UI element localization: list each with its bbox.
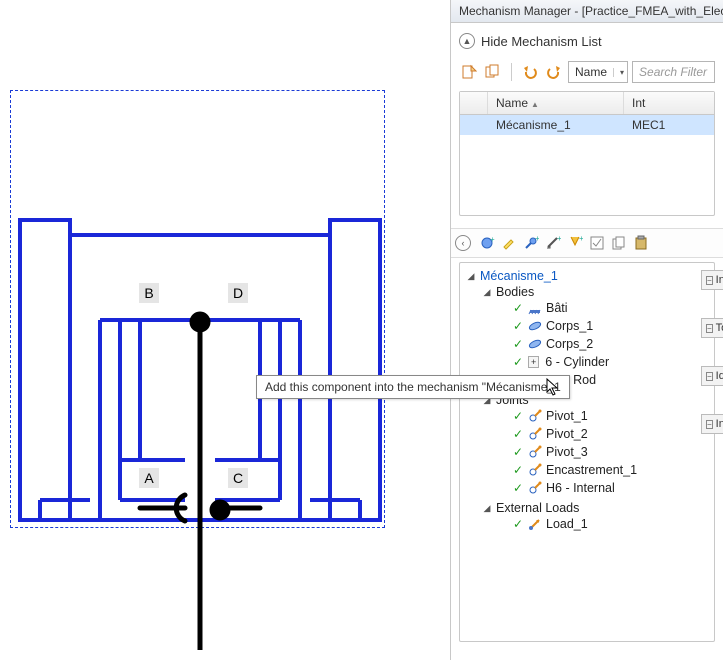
check-icon: ✓	[512, 301, 524, 315]
tree-item-load[interactable]: ◢✓Load_1	[498, 517, 710, 531]
tree-item-label: Pivot_2	[546, 427, 588, 441]
check-icon: ✓	[512, 445, 524, 459]
mechanical-diagram	[10, 90, 390, 540]
tree-item-label: Encastrement_1	[546, 463, 637, 477]
toolbar-separator	[511, 63, 512, 81]
hide-mechanism-list-label: Hide Mechanism List	[481, 34, 602, 49]
check-icon: ✓	[512, 409, 524, 423]
highlight-button[interactable]	[499, 233, 519, 253]
search-filter-input[interactable]	[632, 61, 715, 83]
mechanism-manager-panel: Mechanism Manager - [Practice_FMEA_with_…	[450, 0, 723, 660]
diagram-label-b: B	[139, 283, 159, 303]
tooltip: Add this component into the mechanism "M…	[256, 375, 570, 399]
svg-text:+: +	[579, 235, 583, 243]
tree-item-body[interactable]: ◢✓Corps_2	[498, 337, 710, 351]
tree-item-joint[interactable]: ◢✓H6 - Internal	[498, 481, 710, 495]
list-toolbar: Name ▾	[459, 59, 715, 85]
expand-icon[interactable]: ◢	[466, 271, 476, 281]
svg-text:+: +	[557, 235, 561, 243]
collapse-tree-button[interactable]: ‹	[455, 235, 471, 251]
diagram-label-c: C	[228, 468, 248, 488]
tree-item-body[interactable]: ◢✓+6 - Cylinder	[498, 355, 710, 369]
add-joint-button[interactable]: +	[521, 233, 541, 253]
check-icon: ✓	[512, 337, 524, 351]
mechanism-tree[interactable]: ◢ Mécanisme_1 ◢ Bodies ◢ ✓ Bâti ◢ ✓ Corps_1 ◢ ✓…	[459, 262, 715, 642]
expand-icon[interactable]: ◢	[482, 503, 492, 513]
grid-header-int[interactable]: Int	[624, 92, 714, 114]
sort-field-label: Name	[569, 65, 613, 79]
svg-text:+: +	[490, 235, 495, 244]
grid-header-icon[interactable]	[460, 92, 488, 114]
design-canvas[interactable]: B D A C	[0, 0, 400, 660]
body-icon	[528, 301, 542, 315]
expand-icon[interactable]: ◢	[482, 287, 492, 297]
grid-header-name[interactable]: Name▲	[488, 92, 624, 114]
side-tab[interactable]: −In	[701, 414, 723, 434]
tree-item-body[interactable]: ◢✓Corps_1	[498, 319, 710, 333]
check-icon: ✓	[512, 463, 524, 477]
tree-item-joint[interactable]: ◢✓Encastrement_1	[498, 463, 710, 477]
joint-icon	[528, 481, 542, 495]
edit-button[interactable]	[587, 233, 607, 253]
duplicate-button[interactable]	[483, 62, 503, 82]
body-icon	[528, 319, 542, 333]
tree-root[interactable]: ◢ Mécanisme_1	[466, 269, 710, 283]
diagram-label-a: A	[139, 468, 159, 488]
tree-item-joint[interactable]: ◢✓Pivot_3	[498, 445, 710, 459]
chevron-down-icon: ▾	[613, 68, 627, 77]
undo-button[interactable]	[520, 62, 540, 82]
tree-item-joint[interactable]: ◢✓Pivot_1	[498, 409, 710, 423]
body-icon	[528, 337, 542, 351]
side-tab[interactable]: −To	[701, 318, 723, 338]
tree-item-label: 6 - Cylinder	[545, 355, 609, 369]
check-icon: ✓	[512, 427, 524, 441]
new-badge: +	[528, 356, 539, 368]
svg-text:+: +	[535, 235, 539, 243]
tree-item-body[interactable]: ◢✓Bâti	[498, 301, 710, 315]
hide-mechanism-list-toggle[interactable]: ▲ Hide Mechanism List	[459, 33, 715, 49]
tree-item-label: Corps_2	[546, 337, 593, 351]
load-icon	[528, 517, 542, 531]
tree-item-label: Load_1	[546, 517, 588, 531]
check-icon: ✓	[512, 481, 524, 495]
side-tab[interactable]: −In	[701, 270, 723, 290]
copy-button[interactable]	[609, 233, 629, 253]
add-measure-button[interactable]: +	[543, 233, 563, 253]
tree-item-label: H6 - Internal	[546, 481, 615, 495]
check-icon: ✓	[512, 355, 524, 369]
tree-item-label: Corps_1	[546, 319, 593, 333]
check-icon: ✓	[512, 517, 524, 531]
chevron-up-icon: ▲	[459, 33, 475, 49]
mechanism-grid: Name▲ Int Mécanisme_1 MEC1	[459, 91, 715, 216]
tree-item-joint[interactable]: ◢✓Pivot_2	[498, 427, 710, 441]
add-load-button[interactable]: +	[565, 233, 585, 253]
tree-item-label: Pivot_3	[546, 445, 588, 459]
side-tabs: −In −To −Id −In	[701, 270, 723, 462]
diagram-label-d: D	[228, 283, 248, 303]
tree-toolbar: ‹ + + + +	[451, 228, 723, 258]
tree-group-external-loads[interactable]: ◢ External Loads	[482, 501, 710, 515]
new-item-button[interactable]	[459, 62, 479, 82]
sort-field-select[interactable]: Name ▾	[568, 61, 628, 83]
tree-item-label: Pivot_1	[546, 409, 588, 423]
grid-cell-name: Mécanisme_1	[488, 115, 624, 135]
side-tab[interactable]: −Id	[701, 366, 723, 386]
joint-icon	[528, 427, 542, 441]
joint-icon	[528, 463, 542, 477]
paste-button[interactable]	[631, 233, 651, 253]
tree-item-label: Bâti	[546, 301, 568, 315]
joint-icon	[528, 445, 542, 459]
add-body-button[interactable]: +	[477, 233, 497, 253]
check-icon: ✓	[512, 319, 524, 333]
grid-cell-int: MEC1	[624, 115, 714, 135]
tree-group-bodies[interactable]: ◢ Bodies	[482, 285, 710, 299]
redo-button[interactable]	[544, 62, 564, 82]
grid-row[interactable]: Mécanisme_1 MEC1	[460, 115, 714, 135]
sort-asc-icon: ▲	[531, 100, 539, 109]
panel-title: Mechanism Manager - [Practice_FMEA_with_…	[451, 0, 723, 23]
joint-icon	[528, 409, 542, 423]
